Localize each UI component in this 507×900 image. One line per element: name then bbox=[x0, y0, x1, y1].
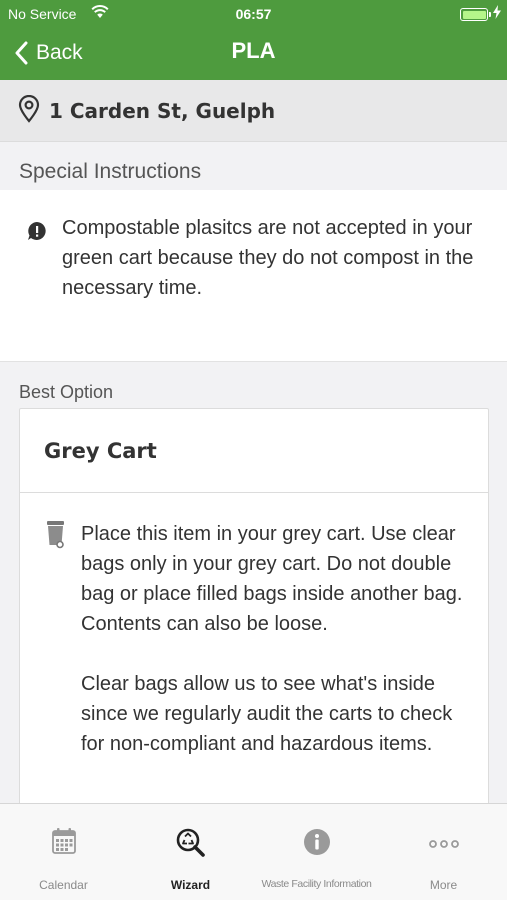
battery-icon bbox=[460, 8, 488, 21]
status-bar: No Service 06:57 bbox=[0, 0, 507, 28]
best-option-card: Grey Cart Place this item in your grey c… bbox=[19, 408, 489, 828]
address-text: 1 Carden St, Guelph bbox=[49, 98, 276, 123]
tab-wizard[interactable]: Wizard bbox=[127, 804, 254, 900]
card-paragraph: Place this item in your grey cart. Use c… bbox=[81, 523, 463, 635]
address-bar[interactable]: 1 Carden St, Guelph bbox=[0, 80, 507, 142]
tab-calendar[interactable]: Calendar bbox=[0, 804, 127, 900]
special-instructions-card: Compostable plasitcs are not accepted in… bbox=[0, 190, 507, 362]
wizard-icon bbox=[127, 828, 254, 858]
alert-icon bbox=[27, 221, 47, 245]
tab-label: Calendar bbox=[39, 878, 88, 892]
tab-more[interactable]: More bbox=[380, 804, 507, 900]
more-icon bbox=[380, 840, 507, 848]
tab-label: More bbox=[429, 878, 458, 892]
page-title: PLA bbox=[231, 38, 276, 63]
tab-waste-facility-information[interactable]: Waste Facility Information bbox=[253, 804, 380, 900]
charging-icon bbox=[493, 5, 501, 22]
header: No Service 06:57 Back PLA bbox=[0, 0, 507, 80]
card-title: Grey Cart bbox=[20, 409, 488, 493]
tab-bar: Calendar Wizard Waste Facility Informati… bbox=[0, 803, 507, 900]
clock: 06:57 bbox=[235, 6, 272, 22]
special-instructions-text: Compostable plasitcs are not accepted in… bbox=[62, 217, 474, 299]
tab-label: Wizard bbox=[170, 878, 211, 892]
info-icon bbox=[253, 828, 380, 856]
nav-bar: Back PLA bbox=[0, 28, 507, 78]
special-instructions-heading: Special Instructions bbox=[19, 160, 202, 183]
location-pin-icon bbox=[18, 94, 40, 127]
best-option-heading: Best Option bbox=[19, 382, 114, 402]
calendar-icon bbox=[0, 828, 127, 854]
grey-cart-icon bbox=[46, 521, 66, 553]
battery-tip bbox=[489, 12, 491, 17]
card-body: Place this item in your grey cart. Use c… bbox=[81, 519, 481, 759]
tab-label: Waste Facility Information bbox=[261, 878, 372, 890]
card-paragraph: Clear bags allow us to see what's inside… bbox=[81, 673, 453, 755]
